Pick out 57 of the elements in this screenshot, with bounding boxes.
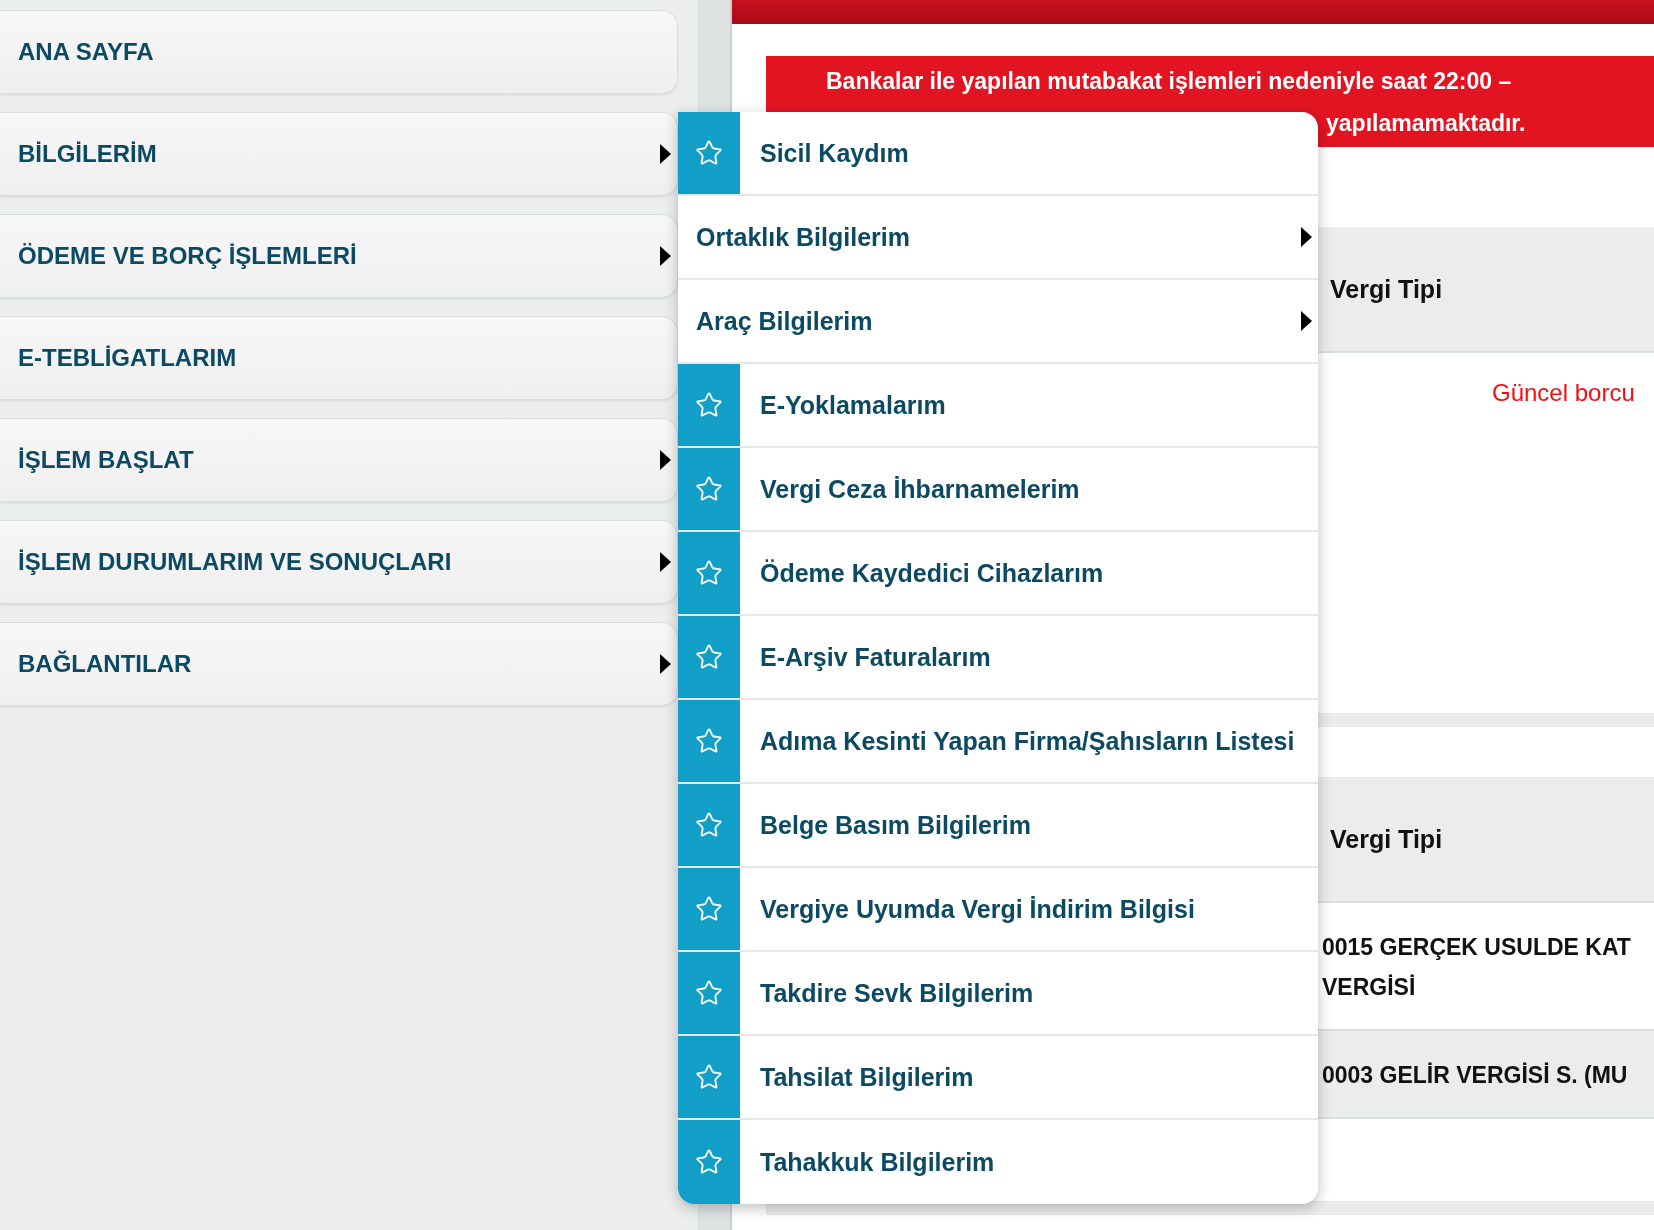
table-cell-text: VERGİSİ xyxy=(1322,973,1417,1002)
favorite-star-button[interactable] xyxy=(678,532,740,614)
favorite-star-button[interactable] xyxy=(678,700,740,782)
star-icon xyxy=(695,1063,723,1091)
column-header: Vergi Tipi xyxy=(1330,824,1443,854)
notice-text: Bankalar ile yapılan mutabakat işlemleri nedeniyle saat 22:00 – xyxy=(825,66,1513,96)
caret-icon xyxy=(1301,311,1312,331)
debt-message: Güncel borcu xyxy=(1492,379,1635,406)
submenu-item[interactable]: Vergi Ceza İhbarnamelerim xyxy=(678,448,1318,532)
submenu-item[interactable]: E-Arşiv Faturalarım xyxy=(678,616,1318,700)
favorite-star-button[interactable] xyxy=(678,616,740,698)
favorite-star-button[interactable] xyxy=(678,364,740,446)
submenu-item[interactable]: Ödeme Kaydedici Cihazlarım xyxy=(678,532,1318,616)
star-icon xyxy=(695,895,723,923)
star-icon xyxy=(695,139,723,167)
star-icon xyxy=(695,979,723,1007)
favorite-star-button[interactable] xyxy=(678,1120,740,1204)
submenu-item[interactable]: Belge Basım Bilgilerim xyxy=(678,784,1318,868)
star-icon xyxy=(695,643,723,671)
favorite-star-button[interactable] xyxy=(678,868,740,950)
submenu-item[interactable]: Tahsilat Bilgilerim xyxy=(678,1036,1318,1120)
sidebar-menu-item[interactable]: BİLGİLERİM xyxy=(0,112,678,196)
star-icon xyxy=(695,391,723,419)
caret-icon xyxy=(660,246,671,266)
caret-icon xyxy=(1301,227,1312,247)
sidebar-menu-item[interactable]: İŞLEM DURUMLARIM VE SONUÇLARI xyxy=(0,520,678,604)
sidebar-menu-item[interactable]: İŞLEM BAŞLAT xyxy=(0,418,678,502)
submenu-item[interactable]: E-Yoklamalarım xyxy=(678,364,1318,448)
caret-icon xyxy=(660,144,671,164)
favorite-star-button[interactable] xyxy=(678,112,740,194)
notice-text: yapılamamaktadır. xyxy=(1325,108,1527,138)
caret-icon xyxy=(660,552,671,572)
favorite-star-button[interactable] xyxy=(678,952,740,1034)
caret-icon xyxy=(660,654,671,674)
table-cell-text: 0003 GELİR VERGİSİ S. (MU xyxy=(1322,1061,1629,1090)
sidebar-menu-item[interactable]: ÖDEME VE BORÇ İŞLEMLERİ xyxy=(0,214,678,298)
submenu-item[interactable]: Adıma Kesinti Yapan Firma/Şahısların Listesi xyxy=(678,700,1318,784)
star-icon xyxy=(695,811,723,839)
submenu-item[interactable]: Araç Bilgilerim xyxy=(678,280,1318,364)
favorite-star-button[interactable] xyxy=(678,1036,740,1118)
favorite-star-button[interactable] xyxy=(678,448,740,530)
submenu-item[interactable]: Ortaklık Bilgilerim xyxy=(678,196,1318,280)
submenu-item[interactable]: Tahakkuk Bilgilerim xyxy=(678,1120,1318,1204)
caret-icon xyxy=(660,450,671,470)
column-header: Vergi Tipi xyxy=(1330,274,1443,304)
submenu-item[interactable]: Sicil Kaydım xyxy=(678,112,1318,196)
star-icon xyxy=(695,1148,723,1176)
star-icon xyxy=(695,559,723,587)
star-icon xyxy=(695,727,723,755)
table-cell-text: 0015 GERÇEK USULDE KAT xyxy=(1322,933,1632,962)
favorite-star-button[interactable] xyxy=(678,784,740,866)
star-icon xyxy=(695,475,723,503)
sidebar-menu-item[interactable]: BAĞLANTILAR xyxy=(0,622,678,706)
sidebar-menu-item[interactable]: E-TEBLİGATLARIM xyxy=(0,316,678,400)
submenu-item[interactable]: Takdire Sevk Bilgilerim xyxy=(678,952,1318,1036)
sidebar-menu-item[interactable]: ANA SAYFA xyxy=(0,10,678,94)
submenu-item[interactable]: Vergiye Uyumda Vergi İndirim Bilgisi xyxy=(678,868,1318,952)
